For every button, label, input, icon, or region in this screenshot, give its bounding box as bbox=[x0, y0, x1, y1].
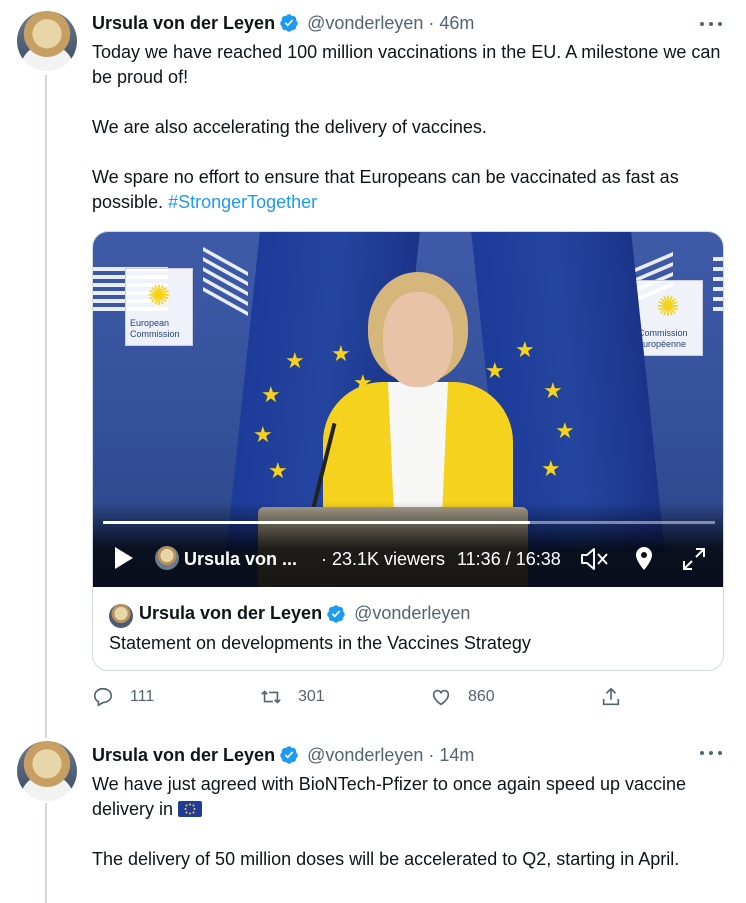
more-options-icon[interactable] bbox=[700, 14, 722, 34]
video-controls bbox=[93, 502, 723, 587]
tweet[interactable]: Ursula von der Leyen @vonderleyen · 46m … bbox=[0, 0, 746, 738]
author-handle[interactable]: @vonderleyen bbox=[307, 745, 423, 766]
more-options-icon[interactable] bbox=[700, 743, 722, 763]
separator-dot: · bbox=[428, 12, 435, 33]
timestamp[interactable]: 14m bbox=[439, 745, 474, 766]
viewer-count: · 23.1K viewers bbox=[321, 549, 446, 569]
author-name[interactable]: Ursula von der Leyen bbox=[92, 13, 275, 34]
quoted-video-card[interactable]: ✺ European Commission ✺ Commission europ… bbox=[92, 231, 724, 671]
hashtag-link[interactable]: #StrongerTogether bbox=[168, 192, 317, 212]
logo-line: European bbox=[130, 318, 170, 328]
thread-line bbox=[45, 803, 47, 903]
reply-button[interactable]: 111 bbox=[92, 686, 154, 708]
logo-line: européenne bbox=[638, 339, 687, 349]
like-count: 860 bbox=[468, 688, 495, 705]
tweet-paragraph: Today we have reached 100 million vaccin… bbox=[92, 42, 721, 87]
video-progress-fill bbox=[103, 521, 531, 524]
tweet-text: Today we have reached 100 million vaccin… bbox=[92, 40, 722, 215]
video-player[interactable]: ✺ European Commission ✺ Commission europ… bbox=[93, 232, 723, 587]
ec-logo-right: ✺ Commission européenne bbox=[633, 280, 703, 356]
retweet-icon bbox=[261, 690, 281, 704]
eu-stars-icon: ✺ bbox=[656, 290, 680, 322]
fullscreen-icon[interactable] bbox=[681, 546, 707, 572]
tweet-paragraph: We spare no effort to ensure that Europe… bbox=[92, 165, 722, 215]
quoted-avatar bbox=[109, 604, 133, 628]
quoted-author-handle: @vonderleyen bbox=[354, 603, 471, 623]
star-icon: ★ bbox=[261, 382, 281, 407]
avatar[interactable] bbox=[17, 11, 77, 71]
separator-dot: · bbox=[428, 744, 435, 765]
quoted-tweet[interactable]: Ursula von der Leyen @vonderleyen Statem… bbox=[93, 587, 723, 670]
tweet-header: Ursula von der Leyen @vonderleyen · 14m bbox=[92, 742, 474, 768]
timestamp[interactable]: 46m bbox=[439, 13, 474, 34]
star-icon: ★ bbox=[285, 348, 305, 373]
tweet-paragraph: The delivery of 50 million doses will be… bbox=[92, 849, 680, 869]
verified-badge-icon bbox=[326, 604, 346, 624]
like-button[interactable]: 860 bbox=[430, 686, 495, 708]
video-progress-bar[interactable] bbox=[103, 521, 715, 524]
broadcaster-avatar bbox=[155, 546, 179, 570]
reply-icon bbox=[93, 687, 113, 707]
star-icon: ★ bbox=[555, 418, 575, 443]
logo-line: Commission bbox=[130, 329, 180, 339]
mute-icon[interactable] bbox=[579, 546, 609, 572]
star-icon: ★ bbox=[543, 378, 563, 403]
star-icon: ★ bbox=[268, 458, 288, 483]
heart-icon bbox=[432, 689, 450, 706]
quoted-text: Statement on developments in the Vaccine… bbox=[109, 633, 531, 653]
location-pin-icon[interactable] bbox=[633, 545, 655, 573]
verified-badge-icon bbox=[279, 745, 299, 765]
tweet-header: Ursula von der Leyen @vonderleyen · 46m bbox=[92, 10, 474, 36]
retweet-button[interactable]: 301 bbox=[260, 686, 325, 708]
author-name[interactable]: Ursula von der Leyen bbox=[92, 745, 275, 766]
reply-count: 111 bbox=[130, 688, 155, 705]
thread-line bbox=[45, 75, 47, 738]
verified-badge-icon bbox=[279, 13, 299, 33]
tweet-actions: 111 301 860 bbox=[92, 686, 632, 714]
star-icon: ★ bbox=[541, 456, 561, 481]
tweet-text: We have just agreed with BioNTech-Pfizer… bbox=[92, 772, 722, 872]
broadcaster-name[interactable]: Ursula von ... bbox=[184, 549, 297, 570]
author-handle[interactable]: @vonderleyen bbox=[307, 13, 423, 34]
avatar[interactable] bbox=[17, 741, 77, 801]
quoted-author-name: Ursula von der Leyen bbox=[139, 603, 323, 623]
share-button[interactable] bbox=[600, 686, 622, 708]
ec-logo-left: ✺ European Commission bbox=[125, 268, 193, 346]
tweet[interactable]: Ursula von der Leyen @vonderleyen · 14m … bbox=[0, 738, 746, 903]
eu-flag-emoji-icon bbox=[178, 801, 203, 817]
tweet-paragraph: We are also accelerating the delivery of… bbox=[92, 117, 487, 137]
video-time: 11:36 / 16:38 bbox=[457, 549, 561, 569]
logo-line: Commission bbox=[638, 328, 688, 338]
retweet-count: 301 bbox=[298, 688, 325, 705]
star-icon: ★ bbox=[253, 422, 273, 447]
eu-stars-icon: ✺ bbox=[147, 279, 171, 311]
play-icon[interactable] bbox=[113, 545, 135, 571]
share-icon bbox=[602, 687, 620, 706]
quoted-header: Ursula von der Leyen @vonderleyen bbox=[139, 603, 470, 624]
tweet-paragraph: We have just agreed with BioNTech-Pfizer… bbox=[92, 772, 722, 822]
